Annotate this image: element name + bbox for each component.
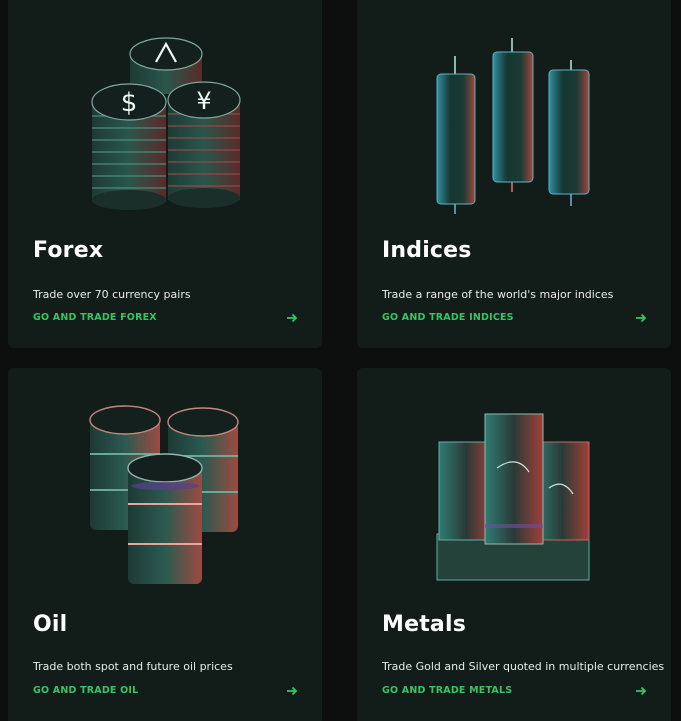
card-description: Trade both spot and future oil prices xyxy=(33,660,233,673)
card-title: Forex xyxy=(33,238,104,263)
cta-label: GO AND TRADE FOREX xyxy=(33,312,157,323)
oil-barrels-icon xyxy=(89,405,239,584)
market-card-oil[interactable]: Oil Trade both spot and future oil price… xyxy=(8,368,322,721)
cta-label: GO AND TRADE OIL xyxy=(33,685,139,696)
cta-label: GO AND TRADE INDICES xyxy=(382,312,514,323)
markets-grid: $ ¥ Forex Trade over 70 currency pairs G… xyxy=(0,0,681,721)
svg-text:¥: ¥ xyxy=(196,87,211,115)
arrow-right-icon xyxy=(636,686,647,696)
go-trade-metals-link[interactable]: GO AND TRADE METALS xyxy=(382,684,648,700)
go-trade-oil-link[interactable]: GO AND TRADE OIL xyxy=(33,684,299,700)
candlestick-icon xyxy=(436,38,590,214)
card-description: Trade over 70 currency pairs xyxy=(33,288,191,301)
card-title: Oil xyxy=(33,612,68,637)
arrow-right-icon xyxy=(636,313,647,323)
arrow-right-icon xyxy=(287,313,298,323)
card-title: Metals xyxy=(382,612,467,637)
svg-text:$: $ xyxy=(121,88,138,118)
card-title: Indices xyxy=(382,238,472,263)
coin-stack-icon: $ ¥ xyxy=(91,37,241,210)
metal-bars-icon xyxy=(436,413,590,581)
market-card-metals[interactable]: Metals Trade Gold and Silver quoted in m… xyxy=(357,368,671,721)
card-description: Trade a range of the world's major indic… xyxy=(382,288,614,301)
go-trade-forex-link[interactable]: GO AND TRADE FOREX xyxy=(33,311,299,327)
market-card-forex[interactable]: $ ¥ Forex Trade over 70 currency pairs G… xyxy=(8,0,322,348)
go-trade-indices-link[interactable]: GO AND TRADE INDICES xyxy=(382,311,648,327)
arrow-right-icon xyxy=(287,686,298,696)
cta-label: GO AND TRADE METALS xyxy=(382,685,513,696)
card-description: Trade Gold and Silver quoted in multiple… xyxy=(382,660,665,673)
market-card-indices[interactable]: Indices Trade a range of the world's maj… xyxy=(357,0,671,348)
